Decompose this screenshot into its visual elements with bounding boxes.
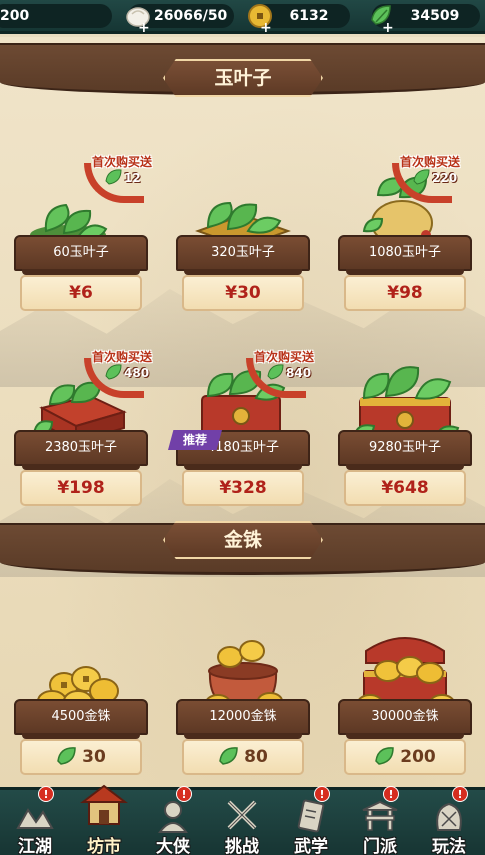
item-name: 2380玉叶子 [14, 430, 148, 470]
tab-fangshi[interactable]: 坊市 [71, 784, 137, 855]
sect-gate-icon [362, 800, 398, 831]
jade-item-60[interactable]: 首次购买送 12 60玉叶子 ¥6 [6, 155, 156, 317]
gold-item-30000[interactable]: 30000金铢 200 [330, 621, 480, 781]
tab-menpai[interactable]: ! 门派 [347, 786, 413, 855]
jade-section-title: 玉叶子 [163, 59, 323, 97]
buy-price-button[interactable]: 30 [20, 739, 142, 775]
item-name: 9280玉叶子 [338, 430, 472, 470]
crossed-swords-icon [227, 800, 257, 830]
tab-label: 武学 [294, 837, 328, 855]
item-name: 12000金铢 [176, 699, 310, 739]
market-building-icon [80, 784, 128, 825]
jade-leaf-icon [219, 746, 238, 765]
tab-label: 玩法 [432, 837, 466, 855]
jade-item-9280[interactable]: 9280玉叶子 ¥648 [330, 352, 480, 512]
notification-badge: ! [314, 786, 330, 802]
bun-value: 26066/50 [154, 8, 228, 24]
coin-value: 6132 [289, 8, 329, 24]
jade-leaf-icon [105, 169, 122, 185]
item-name: 60玉叶子 [14, 235, 148, 275]
buy-price-button[interactable]: ¥648 [344, 470, 466, 506]
buy-price-button[interactable]: ¥30 [182, 275, 304, 311]
tab-label: 挑战 [225, 837, 259, 855]
resource-bar: 200 + 26066/50 + 6132 + 34509 [0, 0, 485, 36]
jade-item-4180[interactable]: 推荐 首次购买送 840 4180玉叶子 ¥328 [168, 350, 318, 512]
tab-label: 坊市 [87, 837, 121, 855]
tab-label: 大侠 [156, 837, 190, 855]
price-value: 200 [400, 747, 436, 767]
jade-item-320[interactable]: 320玉叶子 ¥30 [168, 157, 318, 317]
scroll-book-icon [297, 799, 325, 833]
jade-item-1080[interactable]: 首次购买送 220 1080玉叶子 ¥98 [330, 155, 480, 317]
tab-jianghu[interactable]: ! 江湖 [2, 786, 68, 855]
buy-price-button[interactable]: 80 [182, 739, 304, 775]
buy-price-button[interactable]: ¥198 [20, 470, 142, 506]
notification-badge: ! [383, 786, 399, 802]
first-purchase-bonus: 首次购买送 480 [84, 348, 176, 406]
jade-item-2380[interactable]: 首次购买送 480 2380玉叶子 ¥198 [6, 350, 156, 512]
tab-label: 门派 [363, 837, 397, 855]
notification-badge: ! [452, 786, 468, 802]
jade-leaf-value: 34509 [410, 8, 460, 24]
bonus-count: 12 [124, 171, 141, 185]
buy-price-button[interactable]: 200 [344, 739, 466, 775]
jade-leaf-icon [413, 169, 430, 185]
buy-price-button[interactable]: ¥328 [182, 470, 304, 506]
buy-price-button[interactable]: ¥6 [20, 275, 142, 311]
item-name: 1080玉叶子 [338, 235, 472, 275]
gold-item-12000[interactable]: 12000金铢 80 [168, 621, 318, 781]
notification-badge: ! [38, 786, 54, 802]
price-value: 30 [82, 747, 106, 767]
item-name: 4500金铢 [14, 699, 148, 739]
jade-leaf-counter[interactable]: + 34509 [371, 4, 480, 36]
recommend-tag: 推荐 [168, 430, 222, 450]
buy-price-button[interactable]: ¥98 [344, 275, 466, 311]
first-purchase-bonus: 首次购买送 840 [246, 348, 338, 406]
bottom-nav: ! 江湖 坊市 ! 大侠 挑战 ! 武学 ! 门派 ! 玩法 [0, 784, 485, 855]
stamina-counter[interactable]: 200 [0, 4, 112, 28]
hero-icon [158, 801, 188, 833]
jade-leaf-icon [57, 746, 76, 765]
gold-item-4500[interactable]: 4500金铢 30 [6, 621, 156, 781]
first-purchase-bonus: 首次购买送 12 [84, 153, 176, 211]
stamina-value: 200 [0, 8, 30, 24]
bonus-count: 220 [432, 171, 458, 185]
first-purchase-bonus: 首次购买送 220 [392, 153, 484, 211]
tab-wuxue[interactable]: ! 武学 [278, 786, 344, 855]
jade-leaf-icon [375, 746, 395, 765]
item-name: 30000金铢 [338, 699, 472, 739]
coin-counter[interactable]: + 6132 [248, 4, 350, 36]
item-name: 320玉叶子 [176, 235, 310, 275]
bonus-count: 480 [124, 366, 150, 380]
jade-leaf-icon [267, 364, 284, 380]
bonus-count: 840 [286, 366, 312, 380]
shop-scroll-area[interactable]: 玉叶子 首次购买送 12 60玉叶子 ¥6 320玉叶子 ¥30 首次购买送 2… [0, 37, 485, 787]
bun-counter[interactable]: + 26066/50 [126, 4, 234, 36]
jade-leaf-icon [105, 364, 122, 380]
gameplay-icon [436, 802, 462, 831]
tab-tiaozhan[interactable]: 挑战 [209, 790, 275, 855]
landscape-icon [16, 808, 54, 829]
gold-section-title: 金铢 [163, 521, 323, 559]
tab-daxia[interactable]: ! 大侠 [140, 786, 206, 855]
tab-wanfa[interactable]: ! 玩法 [416, 786, 482, 855]
price-value: 80 [244, 747, 268, 767]
tab-label: 江湖 [18, 837, 52, 855]
notification-badge: ! [176, 786, 192, 802]
